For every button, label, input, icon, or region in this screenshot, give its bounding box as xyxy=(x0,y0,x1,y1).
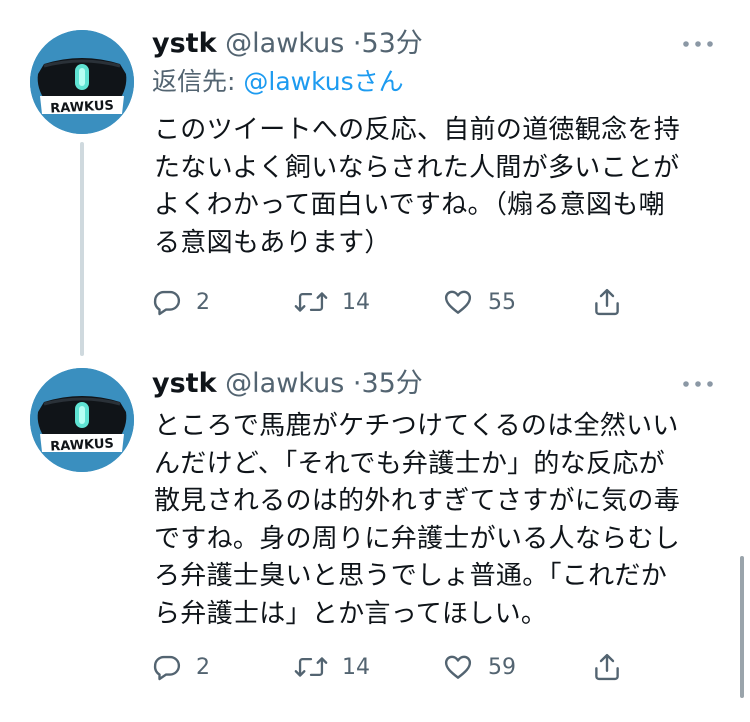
display-name[interactable]: ystk xyxy=(152,368,217,399)
share-icon xyxy=(595,288,619,316)
more-button[interactable] xyxy=(678,34,718,54)
tweet-header: ystk @lawkus ·53分 xyxy=(152,24,423,64)
timestamp[interactable]: 35分 xyxy=(361,368,422,399)
tweet-text-line: ところで馬鹿がケチつけてくるのは全然いい xyxy=(154,411,679,441)
like-count: 59 xyxy=(488,654,516,680)
tweet-text: ところで馬鹿がケチつけてくるのは全然いい んだけど、「それでも弁護士か」的な反応… xyxy=(154,408,726,633)
action-bar: 2 14 59 xyxy=(152,647,632,687)
reply-count: 2 xyxy=(196,654,210,680)
tweet-text-line: ですね。身の周りに弁護士がいる人ならむし xyxy=(154,523,681,554)
scrollbar[interactable] xyxy=(740,556,744,698)
share-icon xyxy=(595,653,619,681)
reply-to-label: 返信先: xyxy=(152,67,244,96)
tweet-text-line: ろ弁護士臭いと思うでしょ普通。「これだか xyxy=(154,561,668,591)
reply-mention-link[interactable]: @lawkusさん xyxy=(243,67,403,96)
tweet[interactable]: RAWKUS ystk @lawkus ·35分 ところで馬鹿がケチつけてくるの… xyxy=(0,352,750,722)
reply-button[interactable]: 2 xyxy=(152,282,210,322)
retweet-icon xyxy=(294,292,328,312)
tweet[interactable]: RAWKUS ystk @lawkus ·53分 返信先: @lawkusさん … xyxy=(0,0,750,356)
retweet-count: 14 xyxy=(342,289,370,315)
avatar[interactable]: RAWKUS xyxy=(30,30,134,134)
user-handle[interactable]: @lawkus xyxy=(225,368,344,399)
like-count: 55 xyxy=(488,289,516,315)
timestamp[interactable]: 53分 xyxy=(361,28,422,59)
action-bar: 2 14 55 xyxy=(152,282,632,322)
user-handle[interactable]: @lawkus xyxy=(225,28,344,59)
rawkus-logo: RAWKUS xyxy=(30,368,134,472)
display-name[interactable]: ystk xyxy=(152,28,217,59)
like-button[interactable]: 55 xyxy=(442,282,516,322)
tweet-text-line: る意図もあります） xyxy=(154,227,391,258)
retweet-button[interactable]: 14 xyxy=(294,647,370,687)
reply-count: 2 xyxy=(196,289,210,315)
tweet-text-line: たないよく飼いならされた人間が多いことが xyxy=(154,152,680,183)
more-icon xyxy=(683,41,713,47)
rawkus-logo: RAWKUS xyxy=(30,30,134,134)
tweet-text-line: このツイートへの反応、自前の道徳観念を持 xyxy=(154,115,681,145)
avatar[interactable]: RAWKUS xyxy=(30,368,134,472)
more-icon xyxy=(683,381,713,387)
tweet-text: このツイートへの反応、自前の道徳観念を持 たないよく飼いならされた人間が多いこと… xyxy=(154,112,726,262)
tweet-text-line: んだけど、「それでも弁護士か」的な反応が xyxy=(154,448,665,479)
reply-icon xyxy=(153,290,181,316)
thread-line xyxy=(80,142,84,356)
tweet-text-line: ら弁護士は」とか言ってほしい。 xyxy=(154,598,548,629)
heart-icon xyxy=(444,655,472,679)
retweet-count: 14 xyxy=(342,654,370,680)
more-button[interactable] xyxy=(678,374,718,394)
reply-icon xyxy=(153,655,181,681)
reply-context: 返信先: @lawkusさん xyxy=(152,64,404,100)
share-button[interactable] xyxy=(592,282,622,322)
tweet-text-line: 散見されるのは的外れすぎてさすがに気の毒 xyxy=(154,486,681,516)
retweet-button[interactable]: 14 xyxy=(294,282,370,322)
tweet-text-line: よくわかって面白いですね。（煽る意図も嘲 xyxy=(154,190,665,220)
retweet-icon xyxy=(294,657,328,677)
like-button[interactable]: 59 xyxy=(442,647,516,687)
tweet-header: ystk @lawkus ·35分 xyxy=(152,364,423,404)
reply-button[interactable]: 2 xyxy=(152,647,210,687)
share-button[interactable] xyxy=(592,647,622,687)
heart-icon xyxy=(444,290,472,314)
